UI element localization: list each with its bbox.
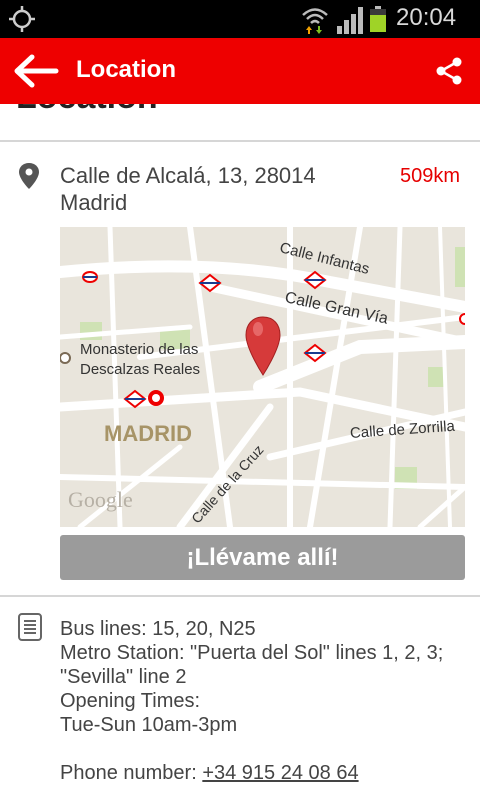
phone-row: Phone number: +34 915 24 08 64	[60, 761, 470, 785]
wifi-icon	[302, 8, 328, 34]
map-marker-icon[interactable]	[245, 316, 281, 376]
map-label-madrid: MADRID	[104, 421, 192, 446]
metro-icon	[82, 271, 98, 283]
metro-station-2: "Sevilla" line 2	[60, 666, 187, 688]
location-pin-icon	[19, 163, 39, 189]
poi-icon	[60, 352, 71, 364]
address-line-2: Madrid	[60, 190, 128, 215]
opening-hours: Tue-Sun 10am-3pm	[60, 714, 238, 736]
map-label-monasterio-1: Monasterio de las	[80, 341, 199, 358]
phone-label: Phone number:	[60, 762, 197, 784]
page-title: Location	[76, 56, 176, 83]
metro-station-1: Metro Station: "Puerta del Sol" lines 1,…	[60, 642, 444, 664]
clock: 20:04	[396, 4, 457, 31]
info-text: Bus lines: 15, 20, N25 Metro Station: "P…	[60, 617, 470, 785]
map-view[interactable]: Calle Infantas Calle Gran Vía Monasterio…	[60, 227, 465, 527]
map-label-monasterio-2: Descalzas Reales	[80, 361, 201, 378]
share-icon[interactable]	[434, 56, 464, 86]
divider	[0, 140, 480, 142]
address-line-1: Calle de Alcalá, 13, 28014	[60, 163, 316, 188]
address: Calle de Alcalá, 13, 28014 Madrid	[60, 162, 380, 216]
signal-icon	[337, 7, 363, 34]
take-me-there-button[interactable]: ¡Llévame allí!	[60, 535, 465, 580]
google-logo: Google	[68, 487, 133, 512]
phone-link[interactable]: +34 915 24 08 64	[202, 762, 358, 784]
divider	[0, 595, 480, 597]
opening-times-label: Opening Times:	[60, 690, 201, 712]
bus-lines: Bus lines: 15, 20, N25	[60, 618, 256, 640]
arrow-left-icon[interactable]	[12, 54, 60, 88]
battery-icon	[370, 6, 386, 32]
document-icon	[18, 613, 42, 641]
distance-label: 509km	[400, 165, 461, 187]
metro-icon	[459, 313, 465, 325]
status-bar: 20:04	[0, 0, 480, 38]
action-bar-overlay: Location	[0, 38, 480, 104]
gps-icon	[9, 6, 35, 32]
